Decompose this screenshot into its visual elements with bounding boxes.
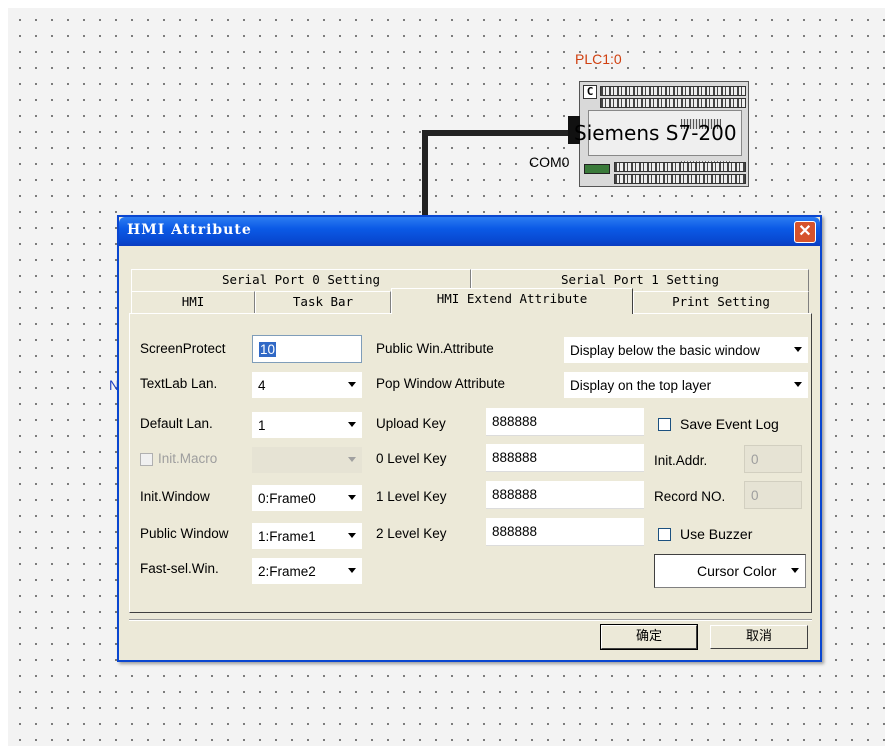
level2-key-input[interactable]: 888888: [486, 518, 644, 546]
cursor-color-picker[interactable]: Cursor Color: [654, 554, 806, 588]
chevron-down-icon: [794, 382, 802, 387]
connection-cable-vertical: [422, 130, 428, 225]
fast-sel-win-label: Fast-sel.Win.: [140, 561, 219, 576]
dialog-titlebar[interactable]: HMI Attribute ✕: [119, 217, 820, 246]
pop-window-attribute-value: Display on the top layer: [570, 378, 712, 393]
tab-hmi[interactable]: HMI: [131, 291, 255, 313]
screen-protect-label: ScreenProtect: [140, 341, 226, 356]
dialog-title: HMI Attribute: [127, 222, 252, 238]
record-no-input[interactable]: 0: [744, 481, 802, 509]
init-macro-checkbox[interactable]: [140, 453, 153, 466]
hmi-attribute-dialog: HMI Attribute ✕ Serial Port 0 Setting Se…: [117, 215, 822, 662]
cancel-button[interactable]: 取消: [710, 625, 808, 649]
tab-print-setting[interactable]: Print Setting: [633, 291, 809, 313]
chevron-down-icon: [794, 347, 802, 352]
textlab-lan-select[interactable]: 4: [252, 372, 362, 398]
public-window-label: Public Window: [140, 526, 229, 541]
public-win-attribute-value: Display below the basic window: [570, 343, 760, 358]
plc-terminal-row: [614, 174, 746, 184]
pop-window-attribute-select[interactable]: Display on the top layer: [564, 372, 808, 398]
init-addr-label: Init.Addr.: [654, 453, 708, 468]
plc-terminal-row: [614, 162, 746, 172]
connection-cable: [422, 130, 568, 136]
level0-key-label: 0 Level Key: [376, 451, 447, 466]
chevron-down-icon: [348, 533, 356, 538]
cursor-color-label: Cursor Color: [697, 563, 777, 579]
default-lan-select[interactable]: 1: [252, 412, 362, 438]
plc-name: Siemens S7-200: [574, 121, 737, 145]
close-icon[interactable]: ✕: [794, 221, 816, 243]
default-lan-value: 1: [258, 418, 266, 433]
ok-button[interactable]: 确定: [600, 624, 698, 650]
init-window-label: Init.Window: [140, 489, 210, 504]
use-buzzer-label: Use Buzzer: [680, 526, 753, 542]
upload-key-label: Upload Key: [376, 416, 446, 431]
textlab-lan-label: TextLab Lan.: [140, 376, 218, 391]
chevron-down-icon: [348, 382, 356, 387]
public-window-select[interactable]: 1:Frame1: [252, 523, 362, 549]
public-win-attribute-select[interactable]: Display below the basic window: [564, 337, 808, 363]
chevron-down-icon: [348, 568, 356, 573]
tab-task-bar[interactable]: Task Bar: [255, 291, 391, 313]
chevron-down-icon: [348, 457, 356, 462]
default-lan-label: Default Lan.: [140, 416, 213, 431]
plc-c-icon: C: [583, 85, 597, 99]
chevron-down-icon: [348, 495, 356, 500]
init-addr-input[interactable]: 0: [744, 445, 802, 473]
upload-key-input[interactable]: 888888: [486, 408, 644, 436]
textlab-lan-value: 4: [258, 378, 266, 393]
chevron-down-icon: [348, 422, 356, 427]
chevron-down-icon: [791, 568, 799, 573]
screen-protect-value: 10: [259, 342, 277, 357]
pop-window-attribute-label: Pop Window Attribute: [376, 376, 506, 391]
save-event-log-label: Save Event Log: [680, 416, 779, 432]
init-macro-label: Init.Macro: [158, 451, 218, 466]
tab-hmi-extend-attribute[interactable]: HMI Extend Attribute: [391, 288, 633, 314]
com-port-label: COM0: [529, 154, 570, 170]
public-window-value: 1:Frame1: [258, 529, 316, 544]
fast-sel-win-value: 2:Frame2: [258, 564, 316, 579]
init-window-select[interactable]: 0:Frame0: [252, 485, 362, 511]
fast-sel-win-select[interactable]: 2:Frame2: [252, 558, 362, 584]
use-buzzer-checkbox[interactable]: [658, 528, 671, 541]
plc-terminal-row: [600, 98, 746, 108]
level2-key-label: 2 Level Key: [376, 526, 447, 541]
plc-connector: [584, 164, 610, 174]
plc-terminal-row: [600, 86, 746, 96]
save-event-log-checkbox[interactable]: [658, 418, 671, 431]
level1-key-label: 1 Level Key: [376, 489, 447, 504]
init-window-value: 0:Frame0: [258, 491, 316, 506]
level1-key-input[interactable]: 888888: [486, 481, 644, 509]
level0-key-input[interactable]: 888888: [486, 444, 644, 472]
divider: [129, 619, 812, 621]
screen-protect-input[interactable]: 10: [252, 335, 362, 363]
record-no-label: Record NO.: [654, 489, 726, 504]
tab-panel: ScreenProtect 10 TextLab Lan. 4 Default …: [129, 313, 812, 613]
init-macro-select[interactable]: [252, 447, 362, 473]
plc-label: PLC1:0: [575, 51, 622, 67]
public-win-attribute-label: Public Win.Attribute: [376, 341, 494, 356]
